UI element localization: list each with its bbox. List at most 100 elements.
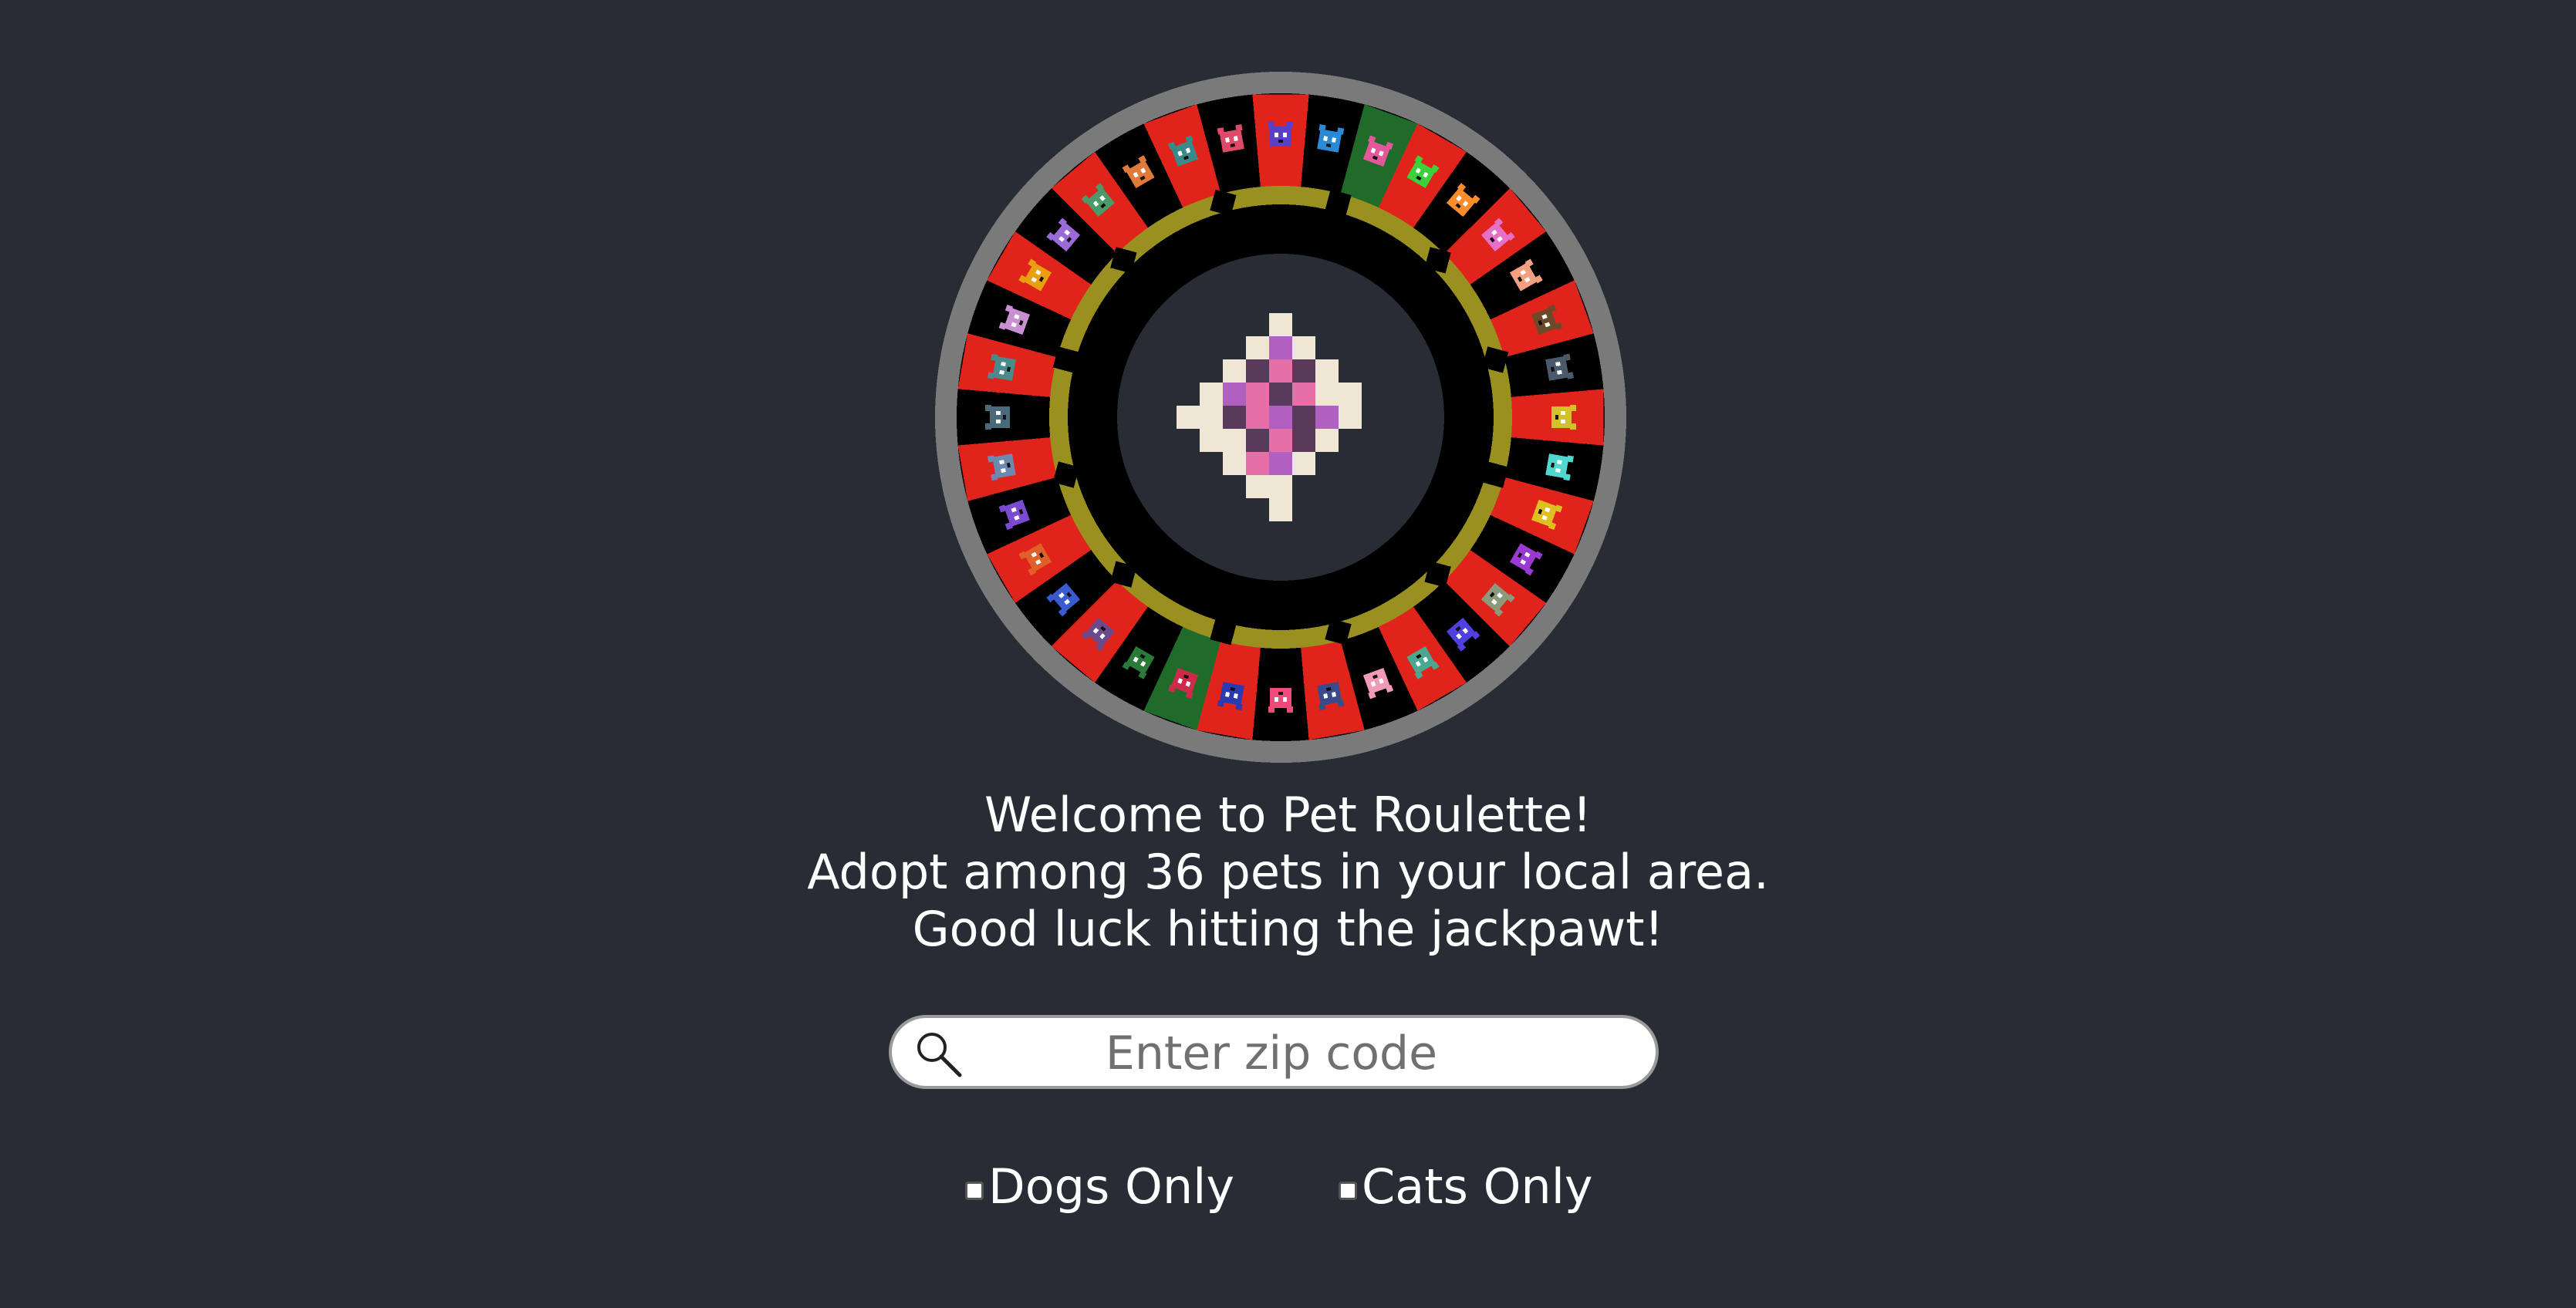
center-tile (1315, 429, 1339, 452)
pet-eye (1555, 467, 1561, 473)
dogs-only-checkbox[interactable] (965, 1182, 984, 1200)
pet-ear (991, 474, 998, 481)
pet-ear (1217, 127, 1224, 135)
pet-ear (1563, 474, 1571, 481)
pet-eye (1274, 132, 1278, 137)
center-tile (1339, 383, 1362, 406)
pet-eye (1282, 132, 1287, 137)
pet-eye (995, 411, 1001, 416)
pet-eye (1561, 410, 1566, 415)
pet-eye (995, 420, 1001, 424)
zip-search-bar[interactable] (889, 1015, 1659, 1089)
center-tile (1223, 383, 1246, 406)
zip-code-input[interactable] (977, 1023, 1566, 1084)
pet-eye (999, 460, 1004, 465)
pet-face (989, 406, 1010, 429)
pet-eye (1283, 697, 1288, 703)
pet-face (1270, 688, 1292, 709)
pet-ear (1563, 353, 1571, 361)
pet-face (1269, 126, 1291, 147)
cats-only-checkbox[interactable] (1339, 1182, 1357, 1200)
center-tile (1269, 498, 1292, 521)
pet-ear (988, 455, 995, 463)
center-tile (1246, 359, 1269, 383)
center-tile (1246, 452, 1269, 475)
pet-ear (1287, 706, 1294, 713)
center-tile (1269, 452, 1292, 475)
roulette-wheel[interactable] (919, 56, 1642, 779)
pet-eye (1561, 419, 1566, 423)
center-tile (1223, 429, 1246, 452)
pet-nose (1278, 692, 1284, 696)
center-tile (1246, 429, 1269, 452)
center-tile (1292, 452, 1315, 476)
pet-nose (1555, 414, 1559, 420)
center-tile (1269, 475, 1292, 498)
pet-eye (1274, 697, 1279, 703)
center-tile (1269, 406, 1292, 429)
center-tile (1223, 452, 1246, 475)
center-tile (1200, 429, 1223, 452)
center-tile (1269, 313, 1292, 336)
center-tile (1269, 383, 1292, 406)
center-tile (1292, 429, 1315, 452)
pet-ear (1235, 124, 1243, 132)
pet-ear (1570, 423, 1577, 430)
pet-eye (1323, 693, 1329, 699)
pet-ear (1217, 700, 1224, 707)
center-tile (1246, 406, 1269, 429)
pet-nose (1002, 415, 1006, 420)
center-tile (1269, 336, 1292, 359)
pet-nose (1278, 139, 1283, 143)
pet-eye (1225, 692, 1231, 697)
pet-ear (1318, 124, 1326, 132)
pet-eye (1556, 460, 1562, 465)
pet-ear (1337, 127, 1345, 135)
center-tile (1315, 359, 1339, 383)
cats-only-filter[interactable]: Cats Only (1339, 1155, 1593, 1217)
pet-eye (1331, 137, 1336, 143)
pet-ear (1337, 700, 1345, 707)
pet-eye (1323, 136, 1329, 142)
page: Welcome to Pet Roulette! Adopt among 36 … (0, 0, 2576, 1308)
pet-eye (1233, 693, 1238, 699)
cats-only-label: Cats Only (1362, 1158, 1593, 1215)
center-tile (1269, 359, 1292, 383)
pet-ear (1318, 703, 1326, 710)
pet-ear (1235, 703, 1243, 710)
pet-ear (984, 423, 991, 430)
center-tile (1315, 383, 1339, 406)
pet-face (1551, 406, 1572, 428)
pet-eye (1233, 136, 1238, 141)
center-tile (1200, 406, 1223, 429)
center-tile (1246, 383, 1269, 406)
center-tile (1223, 359, 1246, 383)
pet-eye (1001, 468, 1006, 473)
center-tile (1292, 383, 1315, 406)
pet-ear (1570, 404, 1577, 411)
pet-ear (1268, 706, 1275, 713)
center-tile (1292, 359, 1315, 383)
center-tile (1292, 336, 1315, 359)
pet-ear (988, 372, 995, 379)
dogs-only-label: Dogs Only (988, 1158, 1235, 1215)
center-tile (1200, 383, 1223, 406)
center-tile (1315, 406, 1339, 429)
pet-eye (1332, 692, 1336, 697)
pet-eye (1557, 369, 1562, 375)
center-tile (1269, 429, 1292, 452)
pet-ear (1286, 121, 1293, 128)
welcome-subtitle: Adopt among 36 pets in your local area. (807, 844, 1769, 900)
search-icon (917, 1033, 962, 1077)
center-tile (1246, 475, 1269, 498)
center-tile (1292, 406, 1315, 429)
pet-ear (1268, 121, 1274, 128)
pet-ear (1566, 455, 1574, 463)
pet-ear (984, 405, 991, 412)
welcome-tagline: Good luck hitting the jackpawt! (912, 901, 1664, 957)
dogs-only-filter[interactable]: Dogs Only (965, 1155, 1234, 1217)
pet-eye (1001, 362, 1006, 367)
center-tile (1223, 406, 1246, 429)
pet-eye (1555, 362, 1561, 366)
pet-eye (1225, 137, 1230, 143)
